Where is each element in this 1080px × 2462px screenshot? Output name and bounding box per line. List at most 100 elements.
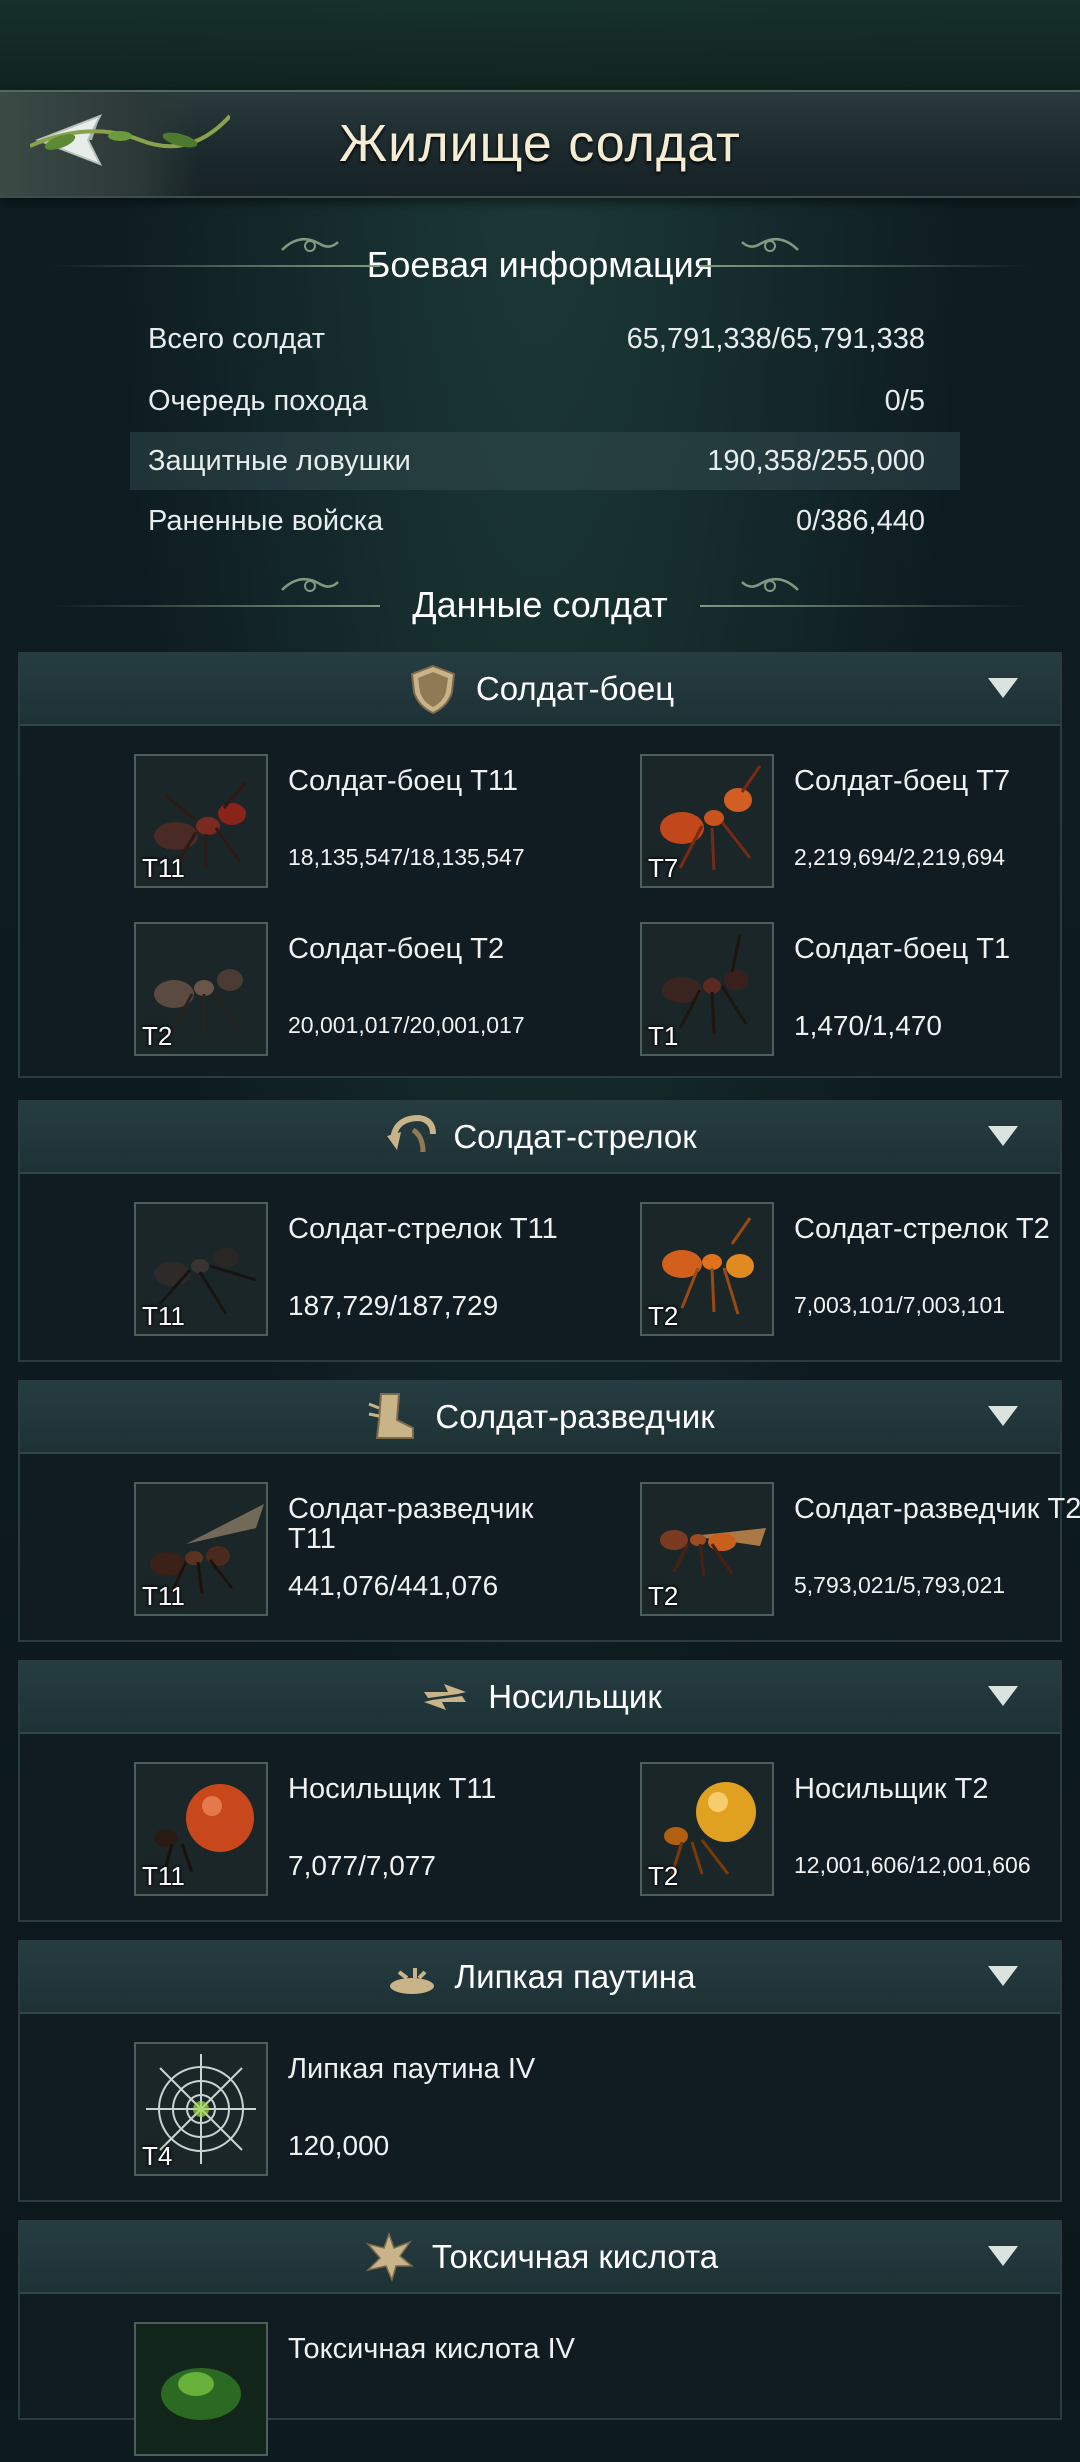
unit-card[interactable]: T11 Солдат-стрелок Т11 187,729/187,729 xyxy=(38,1202,558,1342)
bow-icon xyxy=(387,1114,437,1153)
unit-count: 20,001,017/20,001,017 xyxy=(288,1012,525,1038)
info-row-march-queue: Очередь похода 0/5 xyxy=(130,372,960,430)
unit-thumbnail: T1 xyxy=(640,922,774,1056)
unit-thumbnail: T11 xyxy=(134,1202,268,1336)
unit-name: Солдат-боец Т1 xyxy=(794,933,1011,965)
unit-card[interactable]: T2 Солдат-боец Т2 20,001,017/20,001,017 xyxy=(38,922,538,1062)
info-value: 65,791,338/65,791,338 xyxy=(626,323,925,355)
tier-badge: T4 xyxy=(142,2141,173,2171)
swirl-left-icon xyxy=(281,237,339,252)
divider-right xyxy=(700,605,1030,607)
divider-left xyxy=(50,265,380,267)
unit-thumbnail: T11 xyxy=(134,1482,268,1616)
chevron-down-icon[interactable] xyxy=(986,1964,1020,1988)
swirl-right-icon xyxy=(741,237,799,252)
battle-info-heading: Боевая информация xyxy=(0,237,1080,286)
info-value: 0/386,440 xyxy=(795,505,925,537)
unit-card[interactable]: T7 Солдат-боец Т7 2,219,694/2,219,694 xyxy=(544,754,1044,894)
unit-thumbnail: T2 xyxy=(640,1482,774,1616)
unit-count: 1,470/1,470 xyxy=(794,1010,942,1041)
unit-card[interactable]: Токсичная кислота IV xyxy=(38,2322,575,2462)
chevron-down-icon[interactable] xyxy=(986,1124,1020,1148)
info-label: Защитные ловушки xyxy=(148,445,411,477)
info-label: Очередь похода xyxy=(148,385,368,417)
chevron-down-icon[interactable] xyxy=(986,2244,1020,2268)
tier-badge: T2 xyxy=(142,1021,173,1051)
unit-name: Носильщик Т11 xyxy=(288,1773,497,1805)
swirl-right-icon xyxy=(741,577,799,592)
tier-badge: T1 xyxy=(648,1021,679,1051)
info-row-wounded-troops: Раненные войска 0/386,440 xyxy=(130,492,960,550)
header-bar: Жилище солдат xyxy=(0,90,1080,198)
panel-title: Носильщик xyxy=(488,1678,662,1715)
panel-scout: Солдат-разведчик T11 Солдат-разведчик Т1… xyxy=(18,1380,1080,1642)
tier-badge: T2 xyxy=(648,1581,679,1611)
soldier-data-title: Данные солдат xyxy=(412,584,668,625)
panel-toxic-acid: Токсичная кислота Токсичная кислота IV xyxy=(18,2220,1062,2456)
panel-header-scout[interactable]: Солдат-разведчик xyxy=(20,1382,1060,1454)
unit-name: Носильщик Т2 xyxy=(794,1773,989,1805)
unit-card[interactable]: T2 Солдат-разведчик Т2 5,793,021/5,793,0… xyxy=(544,1482,1080,1622)
tier-badge: T2 xyxy=(648,1301,679,1331)
unit-card[interactable]: T4 Липкая паутина IV 120,000 xyxy=(38,2042,538,2182)
panel-fighter: Солдат-боец T11 Солдат-боец Т11 18,135,5… xyxy=(18,652,1062,1078)
unit-count: 2,219,694/2,219,694 xyxy=(794,844,1006,870)
panel-header-toxic-acid[interactable]: Токсичная кислота xyxy=(20,2222,1060,2294)
tier-badge: T11 xyxy=(142,1861,185,1891)
tier-badge: T11 xyxy=(142,853,185,883)
unit-name: Солдат-стрелок Т2 xyxy=(794,1213,1050,1245)
divider-left xyxy=(50,605,380,607)
unit-thumbnail: T2 xyxy=(640,1762,774,1896)
info-label: Раненные войска xyxy=(148,505,384,537)
unit-count: 18,135,547/18,135,547 xyxy=(288,844,525,870)
unit-card[interactable]: T11 Носильщик Т11 7,077/7,077 xyxy=(38,1762,538,1902)
unit-count: 7,077/7,077 xyxy=(288,1850,436,1881)
tier-badge: T11 xyxy=(142,1581,185,1611)
unit-count: 12,001,606/12,001,606 xyxy=(794,1852,1031,1878)
unit-thumbnail: T2 xyxy=(134,922,268,1056)
unit-card[interactable]: T1 Солдат-боец Т1 1,470/1,470 xyxy=(544,922,1044,1062)
tier-badge: T7 xyxy=(648,853,679,883)
top-background-band xyxy=(0,0,1080,90)
panel-title: Солдат-боец xyxy=(475,670,675,707)
unit-card[interactable]: T11 Солдат-разведчик Т11 441,076/441,076 xyxy=(38,1482,538,1622)
unit-name: Солдат-разведчик Т2 xyxy=(794,1493,1080,1525)
unit-card[interactable]: T11 Солдат-боец Т11 18,135,547/18,135,54… xyxy=(38,754,538,894)
unit-count: 7,003,101/7,003,101 xyxy=(794,1292,1006,1318)
unit-thumbnail: T11 xyxy=(134,754,268,888)
unit-thumbnail xyxy=(134,2322,268,2456)
info-row-total-soldiers: Всего солдат 65,791,338/65,791,338 xyxy=(130,310,960,368)
unit-name: Токсичная кислота IV xyxy=(288,2333,575,2365)
unit-card[interactable]: T2 Солдат-стрелок Т2 7,003,101/7,003,101 xyxy=(544,1202,1050,1342)
chevron-down-icon[interactable] xyxy=(986,676,1020,700)
panel-carrier: Носильщик T11 Носильщик Т11 7,077/7,077 … xyxy=(18,1660,1062,1922)
panel-header-shooter[interactable]: Солдат-стрелок xyxy=(20,1102,1060,1174)
unit-count: 120,000 xyxy=(288,2130,390,2161)
unit-count: 5,793,021/5,793,021 xyxy=(794,1572,1006,1598)
info-row-defense-traps: Защитные ловушки 190,358/255,000 xyxy=(130,432,960,490)
unit-name: Солдат-боец Т7 xyxy=(794,765,1011,797)
panel-title: Липкая паутина xyxy=(454,1958,696,1995)
unit-name: Солдат-стрелок Т11 xyxy=(288,1213,558,1245)
chevron-down-icon[interactable] xyxy=(986,1684,1020,1708)
tier-badge: T2 xyxy=(648,1861,679,1891)
unit-name: Солдат-боец Т11 xyxy=(288,765,519,797)
chevron-down-icon[interactable] xyxy=(986,1404,1020,1428)
acid-cloud-icon xyxy=(161,2368,241,2420)
panel-header-carrier[interactable]: Носильщик xyxy=(20,1662,1060,1734)
unit-card[interactable]: T2 Носильщик Т2 12,001,606/12,001,606 xyxy=(544,1762,1044,1902)
panel-title: Солдат-разведчик xyxy=(435,1398,715,1435)
panel-header-fighter[interactable]: Солдат-боец xyxy=(20,654,1060,726)
unit-name: Солдат-разведчик Т11 xyxy=(288,1493,534,1555)
swirl-left-icon xyxy=(281,577,339,592)
panel-sticky-web: Липкая паутина T4 Липкая паутина IV 120,… xyxy=(18,1940,1062,2202)
unit-count: 441,076/441,076 xyxy=(288,1570,499,1601)
unit-count: 187,729/187,729 xyxy=(288,1290,499,1321)
unit-thumbnail: T7 xyxy=(640,754,774,888)
unit-thumbnail: T11 xyxy=(134,1762,268,1896)
panel-header-sticky-web[interactable]: Липкая паутина xyxy=(20,1942,1060,2014)
panel-title: Токсичная кислота xyxy=(431,2238,719,2275)
back-button[interactable] xyxy=(0,92,230,196)
unit-thumbnail: T2 xyxy=(640,1202,774,1336)
page-title: Жилище солдат xyxy=(339,115,741,173)
